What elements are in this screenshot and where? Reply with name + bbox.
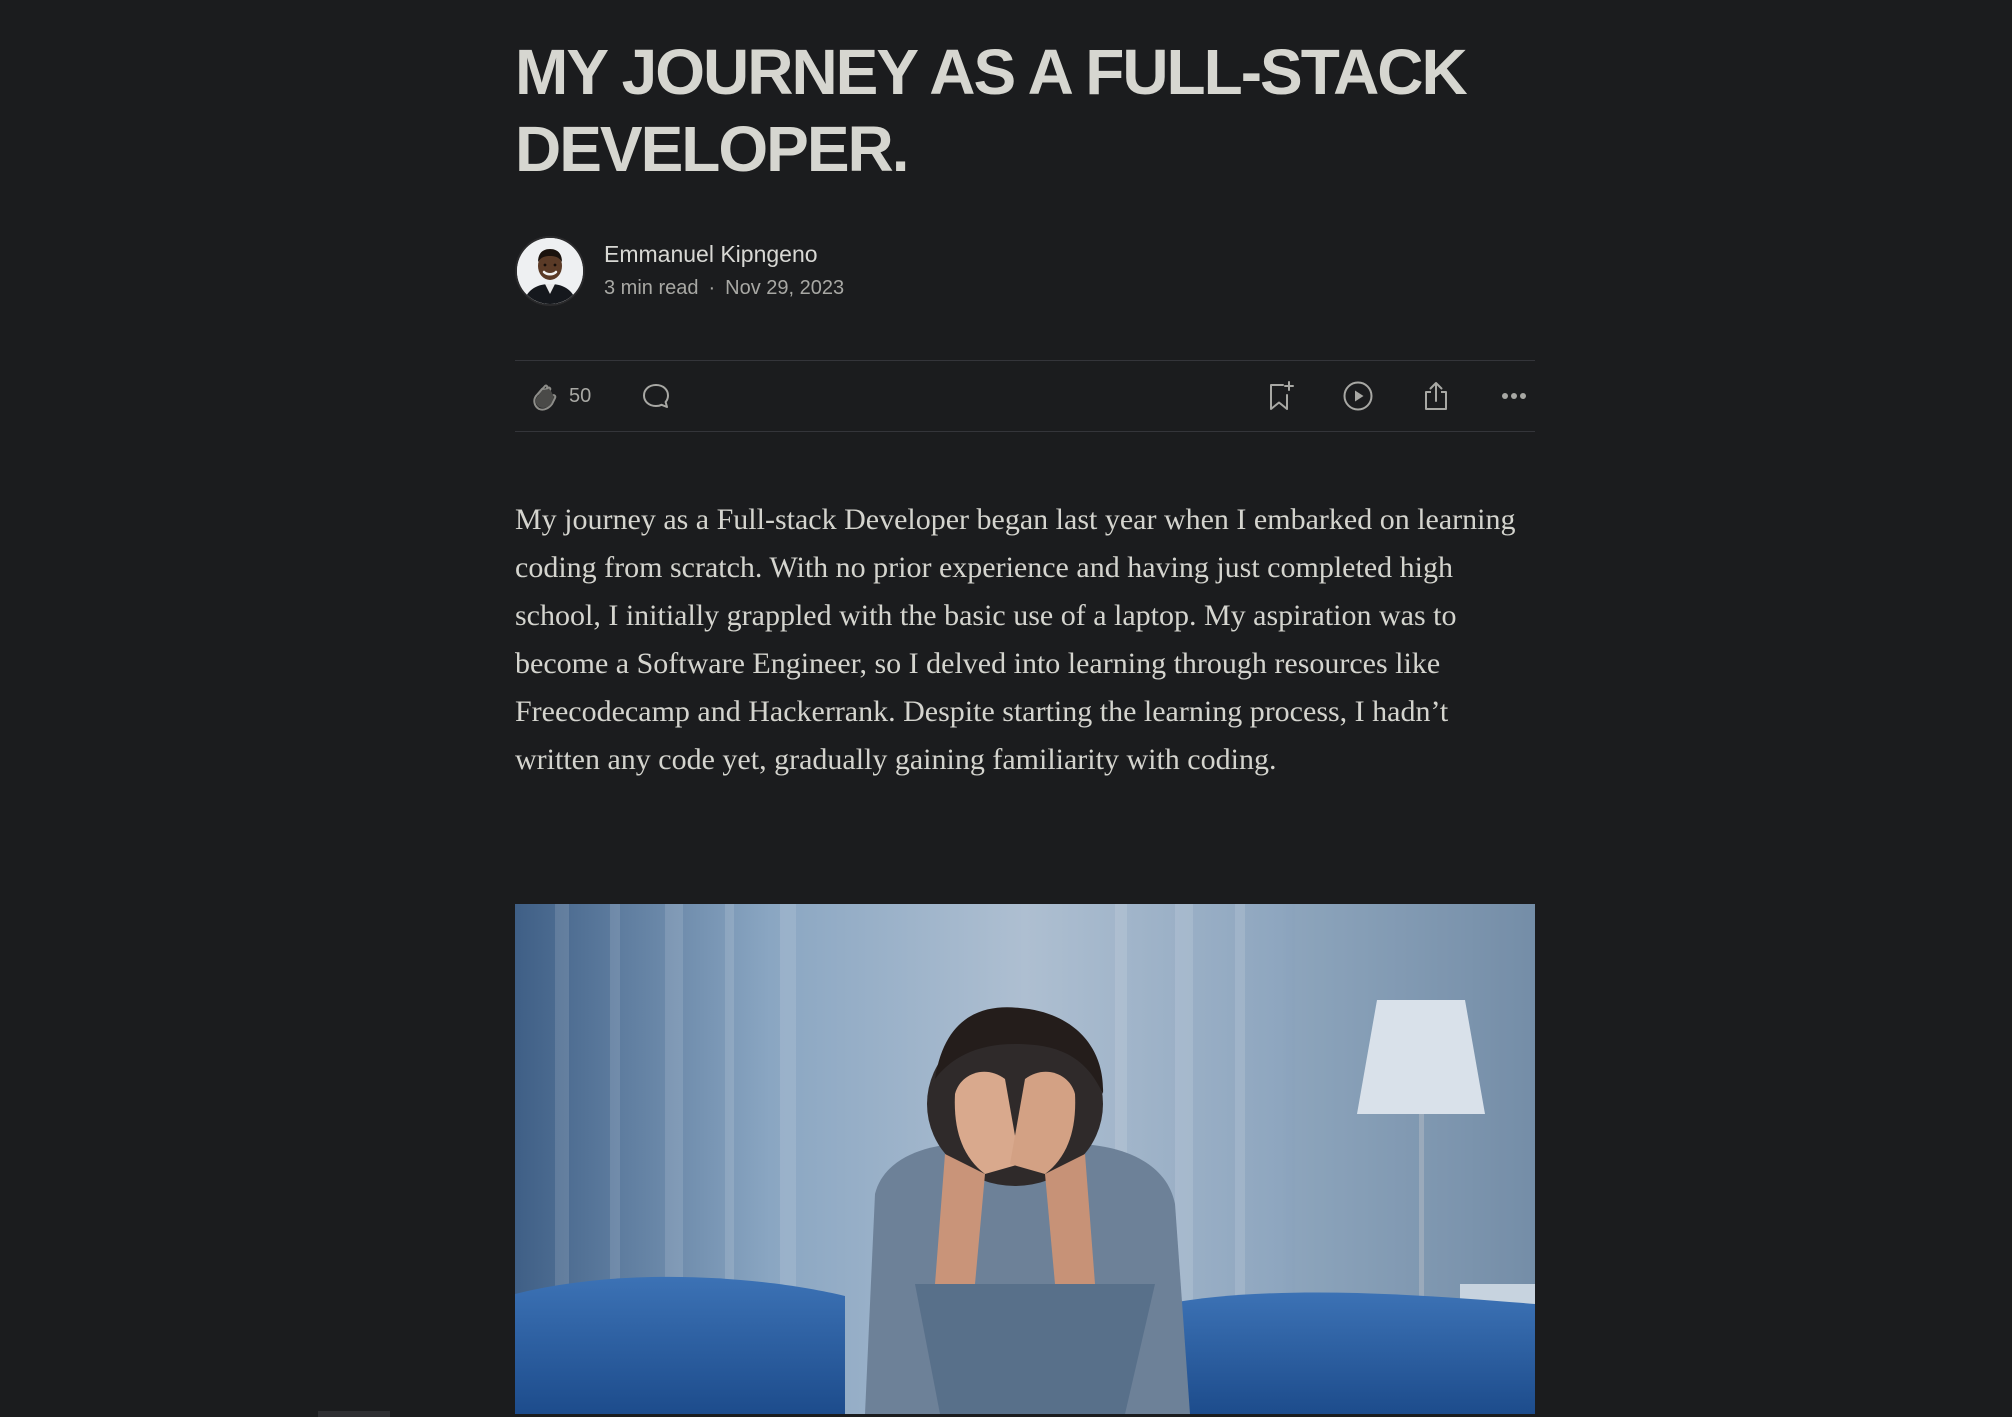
author-row: Emmanuel Kipngeno 3 min read · Nov 29, 202… [515, 235, 844, 307]
author-name[interactable]: Emmanuel Kipngeno [604, 239, 844, 269]
comment-button[interactable] [640, 361, 672, 431]
article-paragraph: My journey as a Full-stack Developer beg… [515, 503, 1516, 776]
clap-button[interactable]: 50 [527, 361, 591, 431]
listen-button[interactable] [1333, 361, 1383, 431]
hero-photo-illustration [515, 904, 1535, 1414]
article-title: MY JOURNEY AS A FULL-STACK DEVELOPER. [515, 36, 1468, 185]
publish-date: Nov 29, 2023 [725, 277, 845, 299]
more-options-button[interactable] [1489, 361, 1539, 431]
article-meta: 3 min read · Nov 29, 2023 [604, 273, 844, 303]
clap-icon [533, 384, 557, 411]
save-button[interactable] [1255, 361, 1305, 431]
author-info: Emmanuel Kipngeno 3 min read · Nov 29, 202… [604, 239, 844, 303]
bookmark-add-icon [1270, 381, 1294, 410]
meta-separator: · [708, 277, 716, 299]
author-avatar[interactable] [515, 236, 585, 306]
more-icon [1502, 393, 1526, 399]
article-hero-image[interactable] [515, 904, 1535, 1414]
play-icon [1343, 381, 1373, 411]
read-time: 3 min read [604, 277, 699, 299]
share-button[interactable] [1411, 361, 1461, 431]
avatar-portrait-icon [517, 238, 583, 304]
clap-count: 50 [569, 384, 592, 407]
comment-icon [643, 384, 669, 408]
action-bar: 50 [515, 360, 1535, 432]
horizontal-scrollbar-thumb[interactable] [318, 1411, 390, 1417]
share-icon [1425, 382, 1447, 410]
